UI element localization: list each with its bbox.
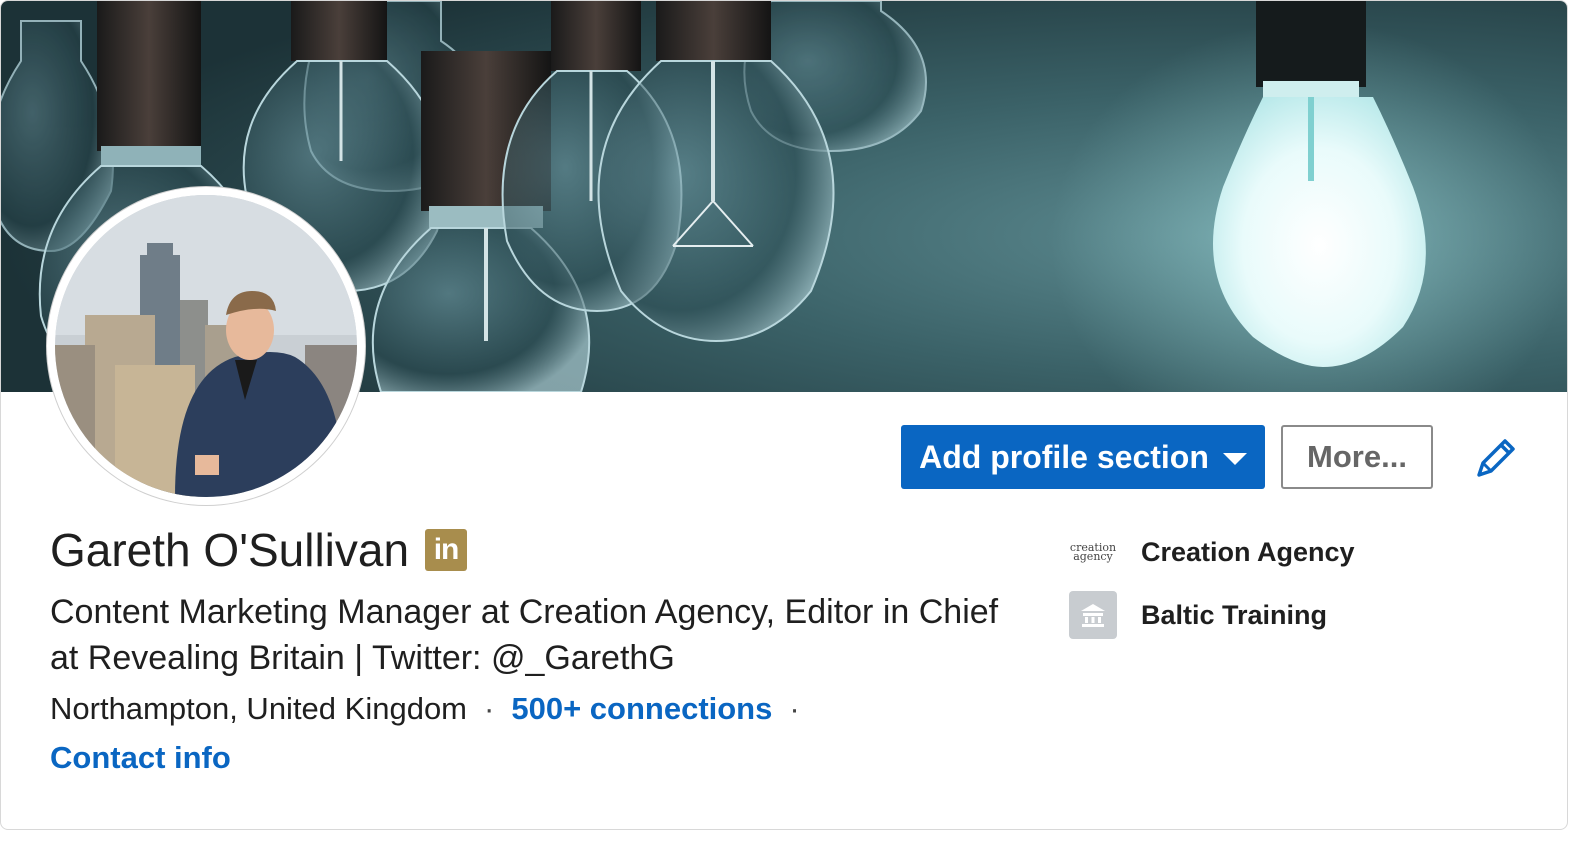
profile-name-text: Gareth O'Sullivan: [50, 524, 410, 576]
linkedin-badge-icon[interactable]: in: [425, 529, 468, 571]
profile-headline: Content Marketing Manager at Creation Ag…: [50, 593, 999, 677]
edit-intro-button[interactable]: [1471, 433, 1521, 483]
separator-dot: ·: [484, 691, 495, 726]
profile-avatar[interactable]: [47, 187, 365, 505]
org-name: Baltic Training: [1141, 599, 1328, 630]
connections-link[interactable]: 500+ connections: [511, 691, 772, 727]
org-item-baltic-training[interactable]: Baltic Training: [1069, 591, 1327, 639]
profile-name: Gareth O'Sullivan in: [50, 523, 468, 577]
creation-agency-logo-text: creation agency: [1069, 541, 1117, 563]
creation-agency-logo: creation agency: [1069, 528, 1117, 576]
profile-meta: Northampton, United Kingdom · 500+ conne…: [50, 691, 817, 727]
pencil-icon: [1477, 439, 1515, 477]
more-button[interactable]: More...: [1281, 425, 1433, 489]
profile-card: Add profile section More... Gareth O'Sul…: [0, 0, 1568, 830]
add-profile-section-button[interactable]: Add profile section: [901, 425, 1265, 489]
org-item-creation-agency[interactable]: creation agency Creation Agency: [1069, 528, 1355, 576]
avatar-photo: [55, 195, 357, 497]
profile-location: Northampton, United Kingdom: [50, 691, 468, 726]
caret-down-icon: [1222, 453, 1247, 465]
school-icon: [1069, 591, 1117, 639]
contact-info-link[interactable]: Contact info: [50, 740, 231, 776]
separator-dot: ·: [789, 691, 800, 726]
add-profile-section-label: Add profile section: [919, 438, 1209, 475]
org-name: Creation Agency: [1141, 536, 1355, 567]
